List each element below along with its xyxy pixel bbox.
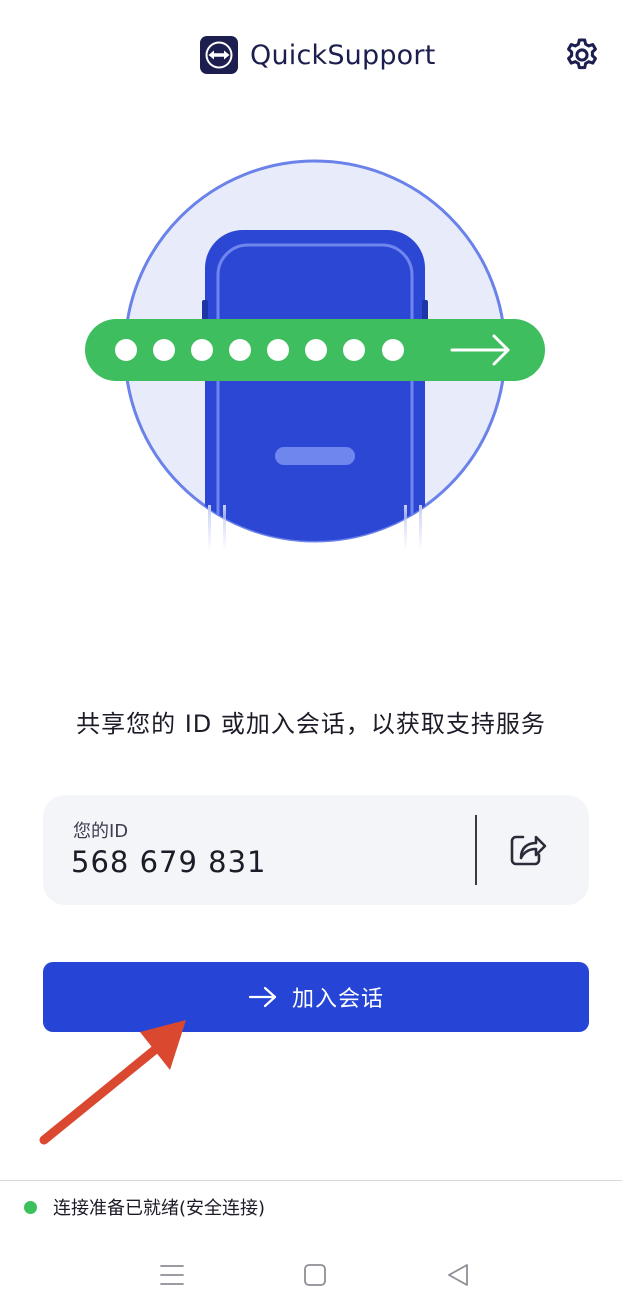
status-divider xyxy=(0,1180,622,1181)
join-session-label: 加入会话 xyxy=(291,987,384,1012)
teamviewer-logo-icon xyxy=(200,36,238,74)
id-card: 您的ID 568 679 831 xyxy=(43,795,589,905)
status-dot-icon xyxy=(24,1200,37,1214)
share-icon[interactable] xyxy=(503,825,551,873)
app-header: QuickSupport xyxy=(0,0,622,110)
id-value: 568 679 831 xyxy=(71,845,267,879)
connection-status: 连接准备已就绪(安全连接) xyxy=(24,1194,265,1220)
quicksupport-screen: QuickSupport 共享您的 ID 或加入会话，以获取支持服务 您的ID … xyxy=(0,0,622,1315)
back-triangle-icon[interactable] xyxy=(443,1260,473,1290)
arrow-right-icon xyxy=(248,986,277,1008)
home-square-icon[interactable] xyxy=(300,1260,330,1290)
join-session-button[interactable]: 加入会话 xyxy=(43,962,589,1032)
menu-icon[interactable] xyxy=(157,1260,187,1290)
id-label: 您的ID xyxy=(73,821,129,842)
gear-icon[interactable] xyxy=(563,36,601,74)
share-or-join-prompt: 共享您的 ID 或加入会话，以获取支持服务 xyxy=(76,710,546,738)
phone-shape xyxy=(205,230,425,541)
brand: QuickSupport xyxy=(200,36,435,74)
app-title: QuickSupport xyxy=(250,39,436,71)
id-card-divider xyxy=(475,815,477,885)
system-nav-bar xyxy=(0,1250,622,1300)
phone-connect-illustration xyxy=(85,159,545,551)
status-text: 连接准备已就绪(安全连接) xyxy=(53,1198,266,1219)
